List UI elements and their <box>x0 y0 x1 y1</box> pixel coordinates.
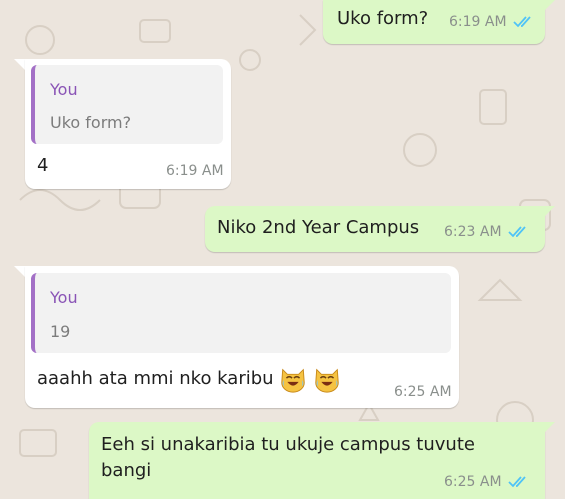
outgoing-message[interactable]: Eeh si unakaribia tu ukuje campus tuvute… <box>89 422 545 499</box>
message-meta: 6:23 AM <box>444 224 530 240</box>
message-text-row: aaahh ata mmi nko karibu <box>37 364 342 394</box>
quote-text: Uko form? <box>50 113 132 132</box>
outgoing-message[interactable]: Uko form? 6:19 AM <box>323 0 545 44</box>
bubble-tail <box>543 206 555 218</box>
read-double-check-icon <box>507 476 526 488</box>
quoted-message[interactable]: You 19 <box>31 273 451 353</box>
cat-tears-of-joy-emoji <box>280 368 305 393</box>
message-time: 6:19 AM <box>166 163 224 179</box>
message-text: Uko form? <box>337 8 429 29</box>
quote-author: You <box>50 288 78 307</box>
cat-tears-of-joy-emoji <box>314 368 339 393</box>
incoming-message[interactable]: You Uko form? 4 6:19 AM <box>25 59 231 189</box>
bubble-tail <box>14 59 26 71</box>
message-text: aaahh ata mmi nko karibu <box>37 368 274 389</box>
bubble-tail <box>543 422 555 434</box>
message-time: 6:19 AM <box>449 14 507 30</box>
incoming-message[interactable]: You 19 aaahh ata mmi nko karibu 6:25 AM <box>25 266 459 408</box>
read-double-check-icon <box>512 16 531 28</box>
quote-author: You <box>50 80 78 99</box>
message-time: 6:25 AM <box>444 474 502 490</box>
message-text: Niko 2nd Year Campus <box>217 217 420 238</box>
quote-text: 19 <box>50 322 71 341</box>
bubble-tail <box>14 266 26 278</box>
read-double-check-icon <box>507 226 526 238</box>
message-text: Eeh si unakaribia tu ukuje campus tuvute… <box>101 434 475 481</box>
message-text: 4 <box>37 155 49 176</box>
message-time: 6:25 AM <box>394 384 452 400</box>
bubble-tail <box>543 0 555 12</box>
message-meta: 6:19 AM <box>449 14 535 30</box>
quoted-message[interactable]: You Uko form? <box>31 65 223 144</box>
message-meta: 6:25 AM <box>444 474 530 490</box>
outgoing-message[interactable]: Niko 2nd Year Campus 6:23 AM <box>205 206 545 252</box>
message-time: 6:23 AM <box>444 224 502 240</box>
